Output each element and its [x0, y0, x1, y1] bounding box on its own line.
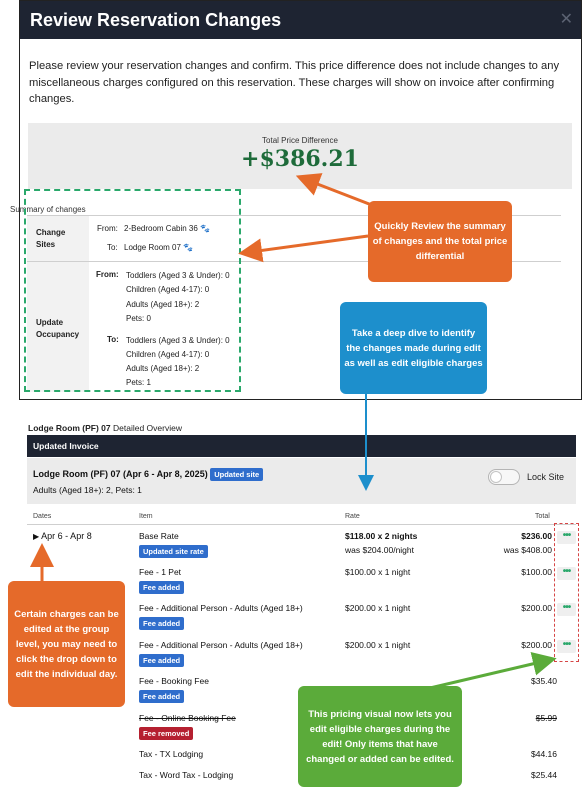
callout-review-summary: Quickly Review the summary of changes an… — [368, 201, 512, 282]
screenshot-root: { "modal": { "title": "Review Reservatio… — [0, 0, 587, 804]
callout-deep-dive: Take a deep dive to identify the changes… — [340, 302, 487, 394]
arrow-to-summary — [238, 234, 369, 263]
callout-pricing-visual: This pricing visual now lets you edit el… — [298, 686, 462, 787]
callout-group-level: Certain charges can be edited at the gro… — [8, 581, 125, 707]
arrow-to-edit-actions — [429, 652, 557, 690]
